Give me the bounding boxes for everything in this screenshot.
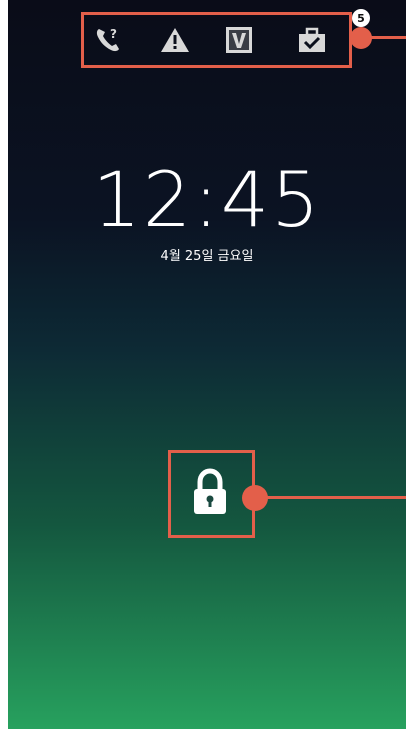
- svg-text:?: ?: [110, 27, 117, 41]
- callout-line-lock: [262, 496, 406, 499]
- screenshot-frame: ? 5 12:45 4월 25일 금요일: [0, 0, 413, 729]
- missed-call-icon[interactable]: ?: [91, 23, 125, 57]
- clock-date: 4월 25일 금요일: [160, 249, 254, 264]
- task-briefcase-icon[interactable]: [295, 23, 329, 57]
- clock-time: 12:45: [92, 155, 322, 244]
- callout-marker-notifications: [350, 27, 372, 49]
- v3-app-icon[interactable]: [222, 23, 256, 57]
- lock-icon[interactable]: [188, 468, 232, 518]
- notification-count-badge: 5: [352, 9, 370, 27]
- warning-icon[interactable]: [158, 23, 192, 57]
- lock-screen: ? 5 12:45 4월 25일 금요일: [8, 0, 406, 729]
- callout-line-notifications: [370, 36, 406, 39]
